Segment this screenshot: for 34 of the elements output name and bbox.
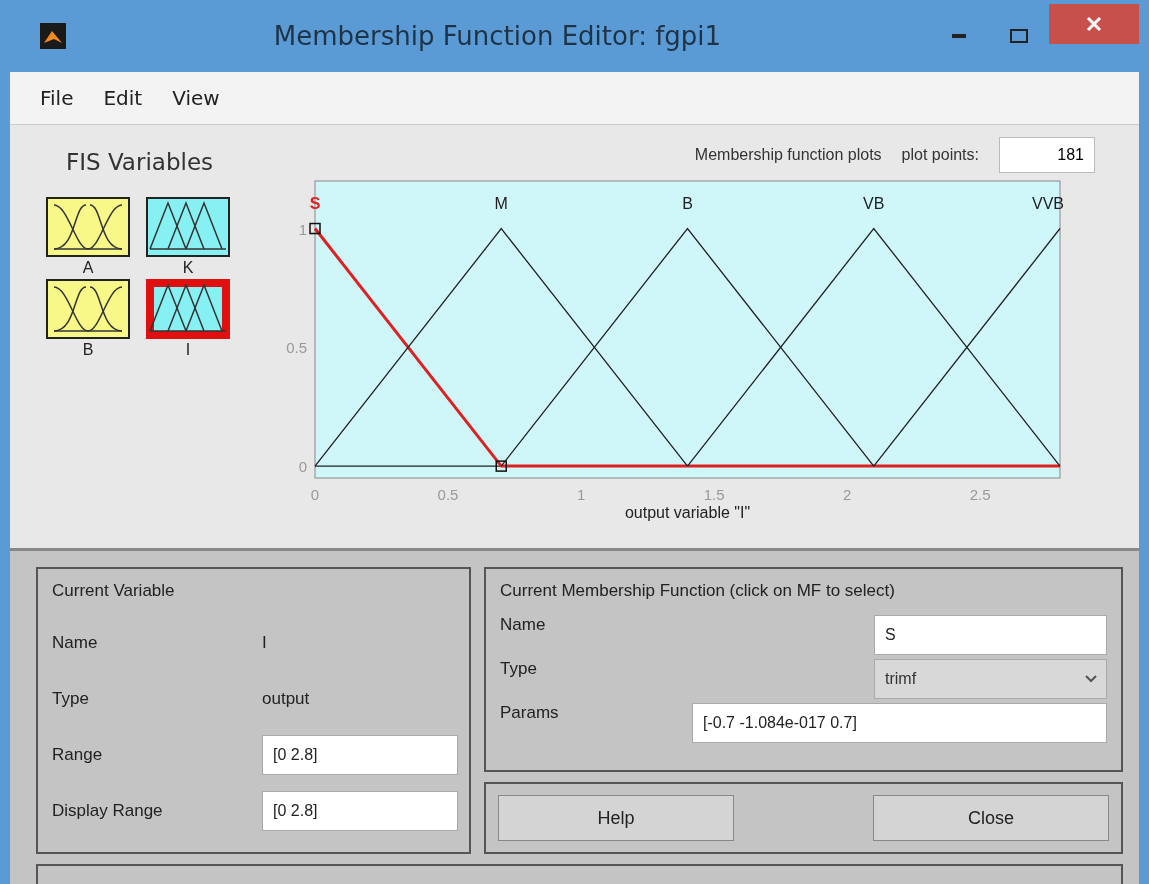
function-name: M (494, 195, 508, 212)
axis-tick-label: 0.5 (437, 486, 459, 503)
field-label: Type (500, 659, 537, 679)
variable-name: I (262, 633, 268, 653)
chart-title: Membership function plots (694, 146, 882, 164)
window-title: Membership Function Editor: fgpi1 (272, 21, 723, 51)
field-label: Name (500, 615, 546, 635)
axis-tick-label: 1 (576, 486, 586, 503)
variable-type: output (262, 689, 311, 709)
function-name: B (682, 195, 693, 212)
axis-tick-label: 2.5 (969, 486, 991, 503)
function-name: VB (863, 195, 885, 212)
axis-tick-label: 0.5 (286, 339, 307, 357)
variable-label: B (82, 340, 94, 360)
variable-label: A (82, 258, 94, 278)
plot-points-label: plot points: (901, 146, 979, 164)
field-label: Name (52, 633, 99, 653)
axis-tick-label: 2 (842, 486, 852, 503)
section-title: FIS Variables (66, 149, 215, 175)
axis-title: output variable "I" (624, 504, 751, 521)
axis-tick-label: 0 (310, 486, 320, 503)
variable-label: K (182, 258, 194, 278)
field-label: Params (500, 703, 559, 723)
axis-tick-label: 1 (298, 220, 307, 238)
function-name: S (309, 195, 321, 212)
panel-title: Current Variable (52, 581, 176, 601)
field-label: Type (52, 689, 90, 709)
function-name: VVB (1032, 195, 1064, 212)
axis-tick-label: 0 (298, 458, 307, 476)
field-label: Range (52, 745, 104, 765)
variable-label: I (185, 340, 191, 360)
field-label: Display Range (52, 801, 164, 821)
axis-tick-label: 1.5 (703, 486, 725, 503)
panel-title: Current Membership Function (click on MF to select) (500, 581, 896, 601)
